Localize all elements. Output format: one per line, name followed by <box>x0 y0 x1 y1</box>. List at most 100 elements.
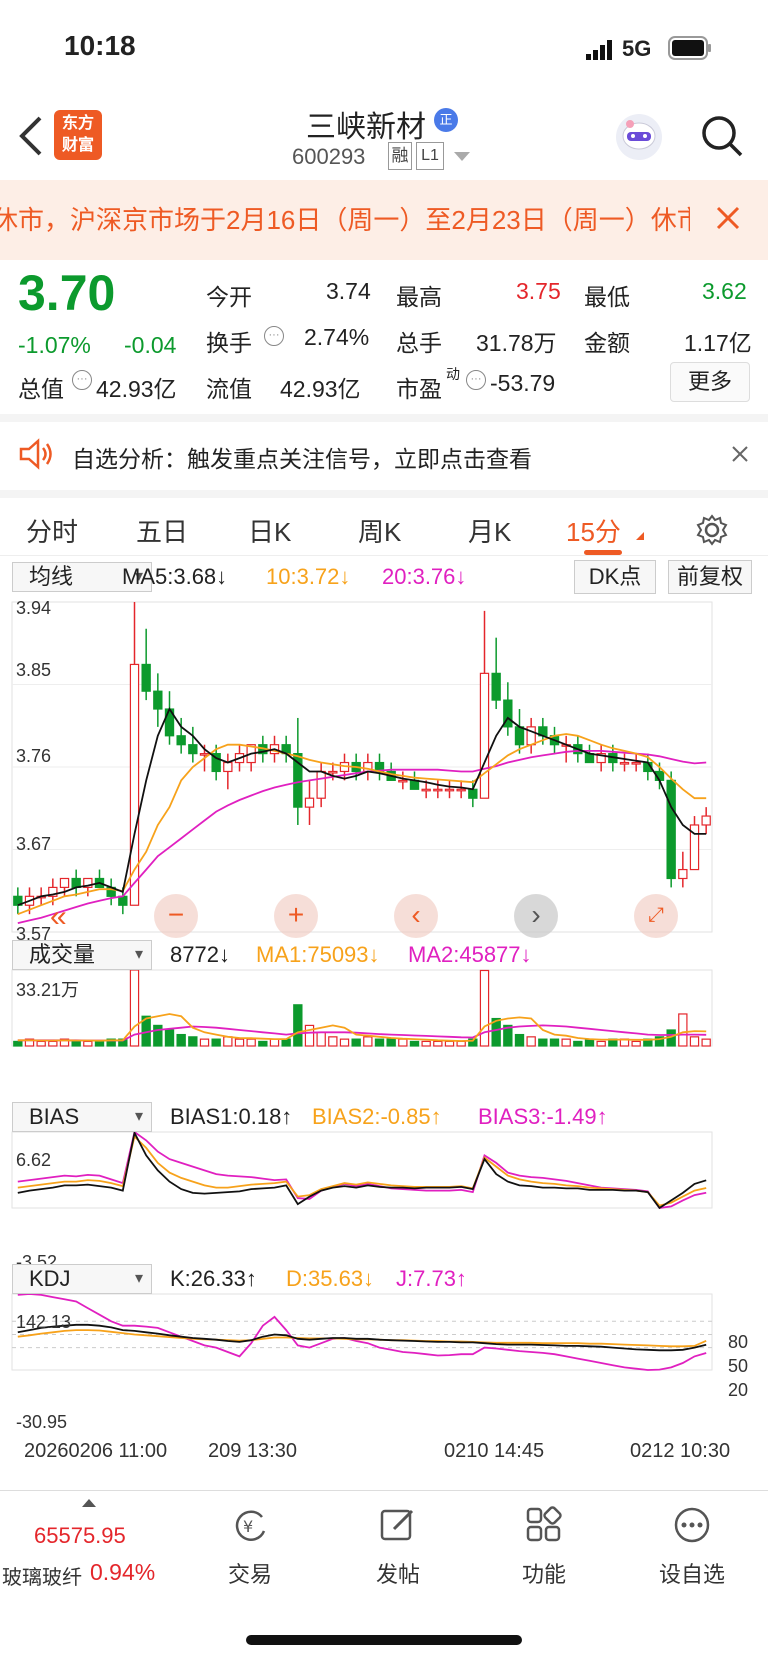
kdj-level-80: 80 <box>728 1332 749 1352</box>
volume-bar <box>246 1038 256 1047</box>
sector-name[interactable]: 玻璃玻纤 <box>2 1561 82 1590</box>
robot-assistant-icon[interactable] <box>616 114 662 160</box>
app-logo[interactable]: 东方 财富 <box>54 110 102 160</box>
trade-button[interactable]: ¥ 交易 <box>190 1505 310 1589</box>
volume-bar <box>456 1040 466 1047</box>
tab-intraday[interactable]: 分时 <box>26 512 78 549</box>
network-label: 5G <box>622 36 652 61</box>
volume-bar <box>421 1040 431 1047</box>
candle-body <box>701 815 711 826</box>
mktcap-label: 总值 <box>18 376 64 402</box>
candle-body <box>678 868 688 880</box>
close-icon[interactable] <box>732 446 748 462</box>
kdj-d-label: D:35.63↓ <box>286 1266 375 1291</box>
zoom-in-button[interactable]: + <box>274 894 318 938</box>
volume-bar <box>689 1036 700 1047</box>
bias-legend-row: BIAS BIAS1:0.18↑ BIAS2:-0.85↑ BIAS3:-1.4… <box>0 1100 768 1136</box>
search-icon[interactable] <box>700 114 744 158</box>
market-closure-ticker[interactable]: 休市，沪深京市场于2月16日（周一）至2月23日（周一）休市 <box>0 180 768 260</box>
pe-sup: 动 <box>446 366 460 382</box>
volume-selector[interactable]: 成交量 <box>12 940 152 970</box>
bottom-toolbar: 65575.95 玻璃玻纤 0.94% ¥ 交易 发帖 功能 设自选 <box>0 1490 768 1600</box>
kdj-j-label: J:7.73↑ <box>396 1266 467 1291</box>
kdj-level-20: 20 <box>728 1380 749 1400</box>
candle-body <box>118 895 128 906</box>
time-tick: 0210 14:45 <box>444 1440 545 1462</box>
volume-bar <box>374 1038 385 1047</box>
add-watchlist-label: 设自选 <box>658 1562 725 1587</box>
amount-value: 1.17亿 <box>684 330 752 356</box>
low-label: 最低 <box>584 284 630 310</box>
tab-weekly-k[interactable]: 周K <box>358 512 401 549</box>
volume-max-label: 33.21万 <box>16 980 80 1000</box>
kdj-level-50: 50 <box>728 1356 749 1376</box>
candle-body <box>316 770 326 799</box>
sector-change: 0.94% <box>90 1559 156 1585</box>
fullscreen-button[interactable]: ⤢ <box>634 894 678 938</box>
tab-daily-k[interactable]: 日K <box>248 512 291 549</box>
candle-body <box>304 797 315 808</box>
caret-down-icon[interactable] <box>454 152 470 162</box>
volume-bar <box>398 1038 408 1047</box>
ma-legend-row: 均线 MA5:3.68↓ 10:3.72↓ 20:3.76↓ DK点 前复权 <box>0 560 768 596</box>
add-watchlist-button[interactable]: 设自选 <box>632 1505 752 1589</box>
price-tick: 3.67 <box>16 834 52 854</box>
bias1-label: BIAS1:0.18↑ <box>170 1104 293 1129</box>
scroll-left-button[interactable]: ‹ <box>394 894 438 938</box>
settings-gear-icon[interactable] <box>696 514 728 546</box>
ma5-label: MA5:3.68↓ <box>122 564 228 589</box>
candle-body <box>176 735 186 746</box>
bias1-line <box>17 1130 707 1210</box>
kline-svg[interactable] <box>0 596 768 1456</box>
zoom-out-button[interactable]: − <box>154 894 198 938</box>
kdj-max-label: 142.13 <box>16 1312 72 1332</box>
stock-name[interactable]: 三峡新材 <box>306 102 426 146</box>
info-icon[interactable]: ··· <box>264 326 284 346</box>
float-label: 流值 <box>206 376 252 402</box>
kdj-selector[interactable]: KDJ <box>12 1264 152 1294</box>
time-tick: 209 13:30 <box>208 1440 297 1462</box>
back-icon[interactable] <box>18 116 44 156</box>
close-icon[interactable] <box>716 206 740 230</box>
candle-body <box>619 761 630 765</box>
functions-button[interactable]: 功能 <box>484 1505 604 1589</box>
volume-bar <box>584 1038 595 1047</box>
vol-ma1-label: MA1:75093↓ <box>256 942 380 967</box>
open-value: 3.74 <box>326 278 371 304</box>
info-icon[interactable]: ··· <box>466 370 486 390</box>
tab-five-day[interactable]: 五日 <box>136 512 188 549</box>
dk-point-button[interactable]: DK点 <box>574 560 656 594</box>
volume-bar <box>71 1040 81 1047</box>
more-button[interactable]: 更多 <box>670 362 750 402</box>
volume-bar <box>538 1038 548 1047</box>
volume-label: 总手 <box>396 330 442 356</box>
open-label: 今开 <box>206 284 252 310</box>
ma20-label: 20:3.76↓ <box>382 564 467 589</box>
info-icon[interactable]: ··· <box>72 370 92 390</box>
bias-selector[interactable]: BIAS <box>12 1102 152 1132</box>
kdj-k-label: K:26.33↑ <box>170 1266 257 1291</box>
candle-body <box>141 663 151 692</box>
battery-icon <box>668 36 711 60</box>
scroll-right-button[interactable]: › <box>514 894 558 938</box>
quote-panel: 3.70 -1.07% -0.04 今开 3.74 最高 3.75 最低 3.6… <box>0 262 768 412</box>
notice-text: 自选分析：触发重点关注信号，立即点击查看 <box>72 446 532 472</box>
trade-icon: ¥ <box>235 1510 266 1541</box>
volume-bar <box>549 1038 560 1047</box>
more-dots-icon <box>674 1507 710 1543</box>
adjust-button[interactable]: 前复权 <box>668 560 752 594</box>
kdj-k-line <box>17 1323 707 1352</box>
high-label: 最高 <box>396 284 442 310</box>
stock-code: 600293 <box>292 144 366 169</box>
volume-bar <box>293 1004 303 1047</box>
price-tick: 3.85 <box>16 660 52 680</box>
sector-index-value[interactable]: 65575.95 <box>34 1523 126 1549</box>
analysis-notice[interactable]: 自选分析：触发重点关注信号，立即点击查看 <box>0 414 768 490</box>
float-value: 42.93亿 <box>280 376 361 402</box>
tab-monthly-k[interactable]: 月K <box>468 512 511 549</box>
tab-15min[interactable]: 15分 <box>566 512 621 549</box>
rewind-icon[interactable]: « <box>50 900 67 934</box>
volume-bar <box>444 1040 455 1047</box>
post-button[interactable]: 发帖 <box>338 1505 458 1589</box>
candle-body <box>584 753 595 764</box>
